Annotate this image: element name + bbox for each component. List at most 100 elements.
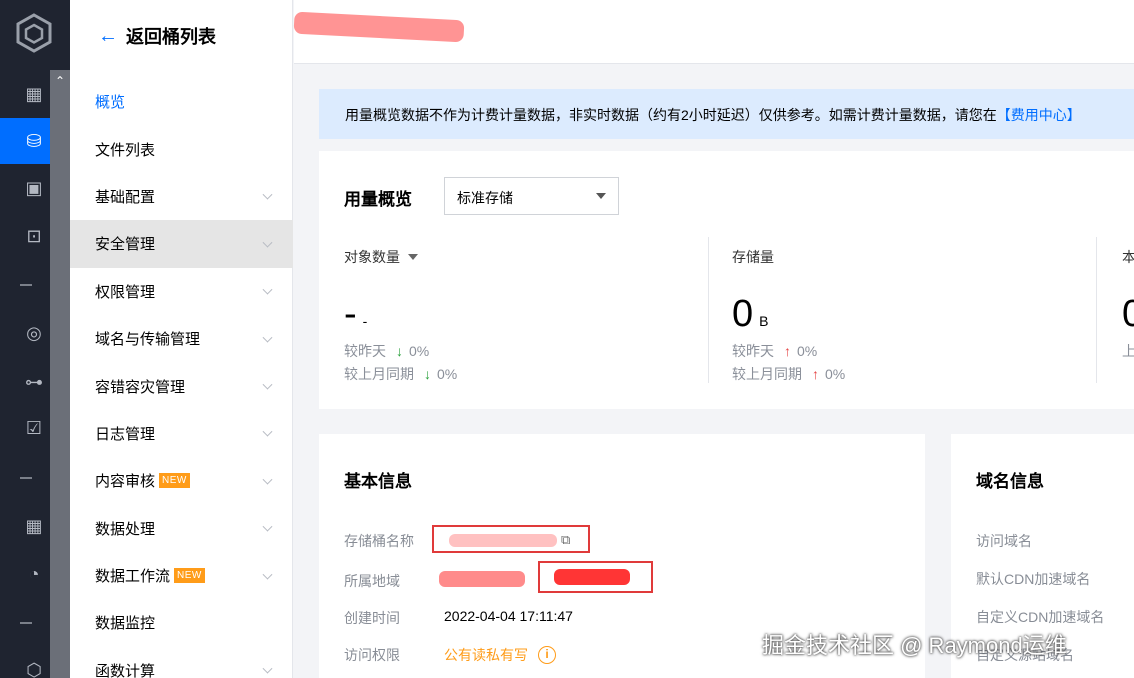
stat-divider [1096,237,1097,383]
rail-scrollbar[interactable] [50,70,70,678]
stat-compare-yesterday: 较昨天 ↑ 0% [732,343,818,359]
stat-compare-last-month: 较上月同期 ↑ 0% [732,366,846,382]
tree-icon[interactable]: ⊶ [22,370,46,394]
scroll-up-icon[interactable]: ⌃ [50,70,70,92]
secondary-sidebar: ← 返回桶列表 概览文件列表基础配置安全管理权限管理域名与传输管理 容错容灾管理日… [70,0,293,678]
sidebar-item-label: 容错容灾管理 [95,378,186,396]
back-label: 返回桶列表 [126,27,216,47]
hexagon-icon[interactable]: ⬡ [22,658,46,678]
sidebar-item[interactable]: 权限管理 [70,268,293,315]
chevron-down-icon [262,521,273,532]
stat-storage: 存储量 0B 较昨天 ↑ 0% 较上月同期 ↑ 0% [732,247,845,382]
page-header [293,0,1134,64]
sidebar-menu: 概览 文件列表 基础配置 安全管理 权限管理 域名与传输管理 容错容灾管理 日志管理 内容审核 N… [70,78,293,678]
sidebar-item-label: 数据处理 [95,520,156,538]
arrow-down-icon: ↓ [424,366,431,382]
sidebar-item[interactable]: 数据工作流 NEW [70,552,293,599]
gauge-icon[interactable]: ◔ [22,562,46,586]
rail-divider [20,622,32,624]
region-row: 所属地域 [344,571,444,591]
billing-center-link[interactable]: 【费用中心】 [997,107,1081,123]
sidebar-item-label: 权限管理 [95,283,156,301]
sidebar-item-label: 内容审核 [95,473,156,491]
info-icon[interactable]: i [538,646,556,664]
stat-label: 存储量 [732,249,774,265]
stat-value: 0B [732,293,769,335]
notice-text: 用量概览数据不作为计费计量数据，非实时数据（约有2小时延迟）仅供参考。如需计费计… [345,107,997,123]
chevron-down-icon [262,379,273,390]
sidebar-item-label: 概览 [95,94,126,112]
domain-info-title: 域名信息 [976,472,1044,491]
chevron-down-icon [262,332,273,343]
arrow-down-icon: ↓ [396,343,403,359]
sidebar-item[interactable]: 文件列表 [70,125,293,172]
sidebar-item-label: 数据工作流 [95,568,171,586]
cloud-logo-icon[interactable] [13,12,55,54]
created-row: 创建时间 2022-04-04 17:11:47 [344,608,573,628]
sidebar-item-label: 域名与传输管理 [95,331,201,349]
sidebar-item-label: 文件列表 [95,141,156,159]
stat-compare-last-month: 较上月同期 ↓ 0% [344,366,458,382]
chevron-down-icon [262,569,273,580]
created-value: 2022-04-04 17:11:47 [444,608,573,624]
usage-title: 用量概览 [344,190,412,209]
storage-class-select[interactable]: 标准存储 [444,177,619,215]
calendar-icon[interactable]: ▣ [22,176,46,200]
sidebar-item[interactable]: 域名与传输管理 [70,315,293,362]
stat-compare-yesterday: 上 [1122,343,1134,359]
chevron-down-icon [262,237,273,248]
rail-divider [20,477,32,479]
sidebar-item[interactable]: 概览 [70,78,293,125]
apps-grid-icon[interactable]: ▦ [22,514,46,538]
redacted-bucket-title [293,11,465,43]
chevron-down-icon [262,284,273,295]
sidebar-item[interactable]: 安全管理 [70,220,293,268]
redacted-region-code [554,569,630,585]
created-label: 创建时间 [344,610,400,626]
sidebar-item[interactable]: 基础配置 [70,173,293,220]
stat-compare-yesterday: 较昨天 ↓ 0% [344,343,430,359]
arrow-up-icon: ↑ [812,366,819,382]
sidebar-item-label: 安全管理 [95,236,156,254]
checkbox-icon[interactable]: ☑ [22,416,46,440]
sidebar-item-label: 日志管理 [95,425,156,443]
sidebar-item[interactable]: 数据处理 [70,505,293,552]
watermark: 掘金技术社区 @ Raymond运维 [762,633,1067,658]
access-label: 访问权限 [344,647,400,663]
stat-divider [708,237,709,383]
stat-value: 0 [1122,293,1134,335]
sidebar-item[interactable]: 数据监控 [70,599,293,646]
new-badge: NEW [174,568,205,584]
caret-down-icon [596,193,606,199]
storage-class-value: 标准存储 [457,190,513,206]
notice-banner: 用量概览数据不作为计费计量数据，非实时数据（约有2小时延迟）仅供参考。如需计费计… [319,89,1134,139]
sidebar-item[interactable]: 函数计算 [70,647,293,678]
access-row: 访问权限 公有读私有写 i [344,645,556,665]
stat-value: -- [344,293,368,335]
caret-down-icon [408,254,418,260]
clipboard-icon[interactable]: ⊡ [22,224,46,248]
domain-row: 访问域名 [976,533,1032,549]
chevron-down-icon [262,427,273,437]
domain-row: 自定义CDN加速域名 [976,609,1105,625]
copy-icon[interactable]: ⧉ [561,532,570,548]
sidebar-item[interactable]: 内容审核 NEW [70,457,293,504]
stat-label[interactable]: 对象数量 [344,247,418,267]
storage-icon[interactable]: ⛁ [22,129,46,153]
sidebar-item-label: 数据监控 [95,615,156,633]
region-label: 所属地域 [344,573,400,589]
sidebar-item[interactable]: 日志管理 [70,410,293,457]
dashboard-grid-icon[interactable]: ▦ [22,82,46,106]
sidebar-item-label: 基础配置 [95,188,156,206]
redacted-region [439,571,525,587]
sidebar-item[interactable]: 容错容灾管理 [70,362,293,409]
bucket-name-row: 存储桶名称 [344,531,444,551]
back-to-bucket-list-button[interactable]: ← 返回桶列表 [98,24,216,48]
bucket-name-label: 存储桶名称 [344,533,414,549]
sidebar-item-label: 函数计算 [95,662,156,678]
redacted-bucket-name [449,534,557,547]
chevron-down-icon [262,190,273,201]
icon-rail: ⌃ ▦ ⛁ ▣ ⊡ ◎ ⊶ ☑ ▦ ◔ ⬡ [0,0,70,678]
new-badge: NEW [159,473,190,489]
globe-icon[interactable]: ◎ [22,321,46,345]
